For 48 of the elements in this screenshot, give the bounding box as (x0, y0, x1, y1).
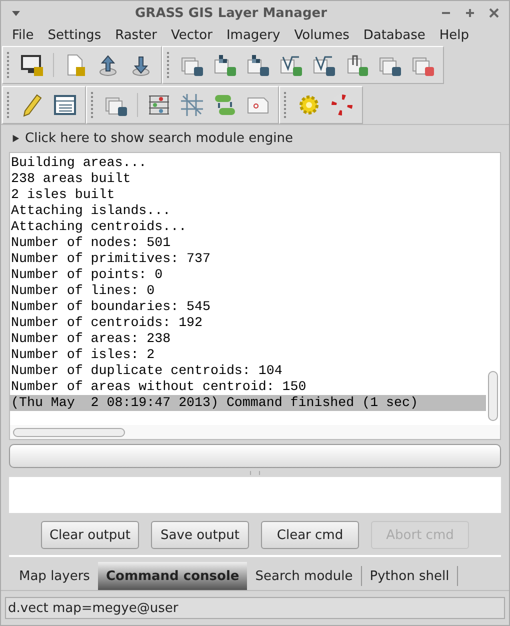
attach-layer-icon[interactable] (345, 53, 369, 77)
output-line: Attaching islands... (10, 203, 172, 219)
output-line: Number of lines: 0 (10, 283, 156, 299)
collapsed-arrow-icon (11, 134, 20, 143)
convert-icon[interactable] (213, 93, 237, 117)
output-line: Number of duplicate centroids: 104 (10, 363, 284, 379)
menu-item[interactable]: Vector (164, 28, 220, 43)
vertical-scrollbar[interactable] (488, 371, 498, 421)
menu-item[interactable]: Imagery (219, 28, 288, 43)
horizontal-scrollbar[interactable] (13, 428, 125, 436)
console-button[interactable]: Clear output (41, 521, 139, 549)
output-line: Number of areas: 238 (10, 331, 172, 347)
add-raster-icon[interactable] (213, 53, 237, 77)
raster-layers-icon[interactable] (246, 53, 270, 77)
output-line: Number of nodes: 501 (10, 235, 172, 251)
maximize-icon[interactable] (465, 8, 475, 18)
window-menu-icon[interactable] (11, 8, 21, 18)
tab[interactable]: Command console (98, 562, 248, 590)
command-input[interactable] (9, 477, 501, 513)
console-button[interactable]: Save output (151, 521, 249, 549)
output-line: Number of isles: 2 (10, 347, 156, 363)
output-line: Number of centroids: 192 (10, 315, 204, 331)
search-engine-toggle[interactable]: Click here to show search module engine (9, 129, 501, 152)
output-line: 238 areas built (10, 171, 132, 187)
output-line: Attaching centroids... (10, 219, 188, 235)
menu-item[interactable]: Help (432, 28, 476, 43)
menu-item[interactable]: Database (356, 28, 432, 43)
window-title: GRASS GIS Layer Manager (134, 6, 328, 20)
menu-item[interactable]: File (5, 28, 41, 43)
close-icon[interactable] (489, 8, 499, 18)
menu-item[interactable]: Settings (40, 28, 108, 43)
output-line: Number of boundaries: 545 (10, 299, 212, 315)
output-line: Number of areas without centroid: 150 (10, 379, 308, 395)
tab[interactable]: Python shell (362, 566, 458, 586)
menu-item[interactable]: Volumes (287, 28, 356, 43)
output-line: 2 isles built (10, 187, 116, 203)
grid-icon[interactable] (180, 93, 204, 117)
abacus-icon[interactable] (147, 93, 171, 117)
table-icon[interactable] (53, 93, 77, 117)
console-button[interactable]: Clear cmd (261, 521, 359, 549)
menu-item[interactable]: Raster (108, 28, 164, 43)
output-line: Building areas... (10, 155, 148, 171)
tab[interactable]: Map layers (11, 566, 98, 586)
monitor-icon[interactable] (20, 53, 44, 77)
tab[interactable]: Search module (247, 566, 362, 586)
output-line: Number of primitives: 737 (10, 251, 212, 267)
status-text: d.vect map=megye@user (8, 600, 178, 616)
output-line: Number of points: 0 (10, 267, 164, 283)
